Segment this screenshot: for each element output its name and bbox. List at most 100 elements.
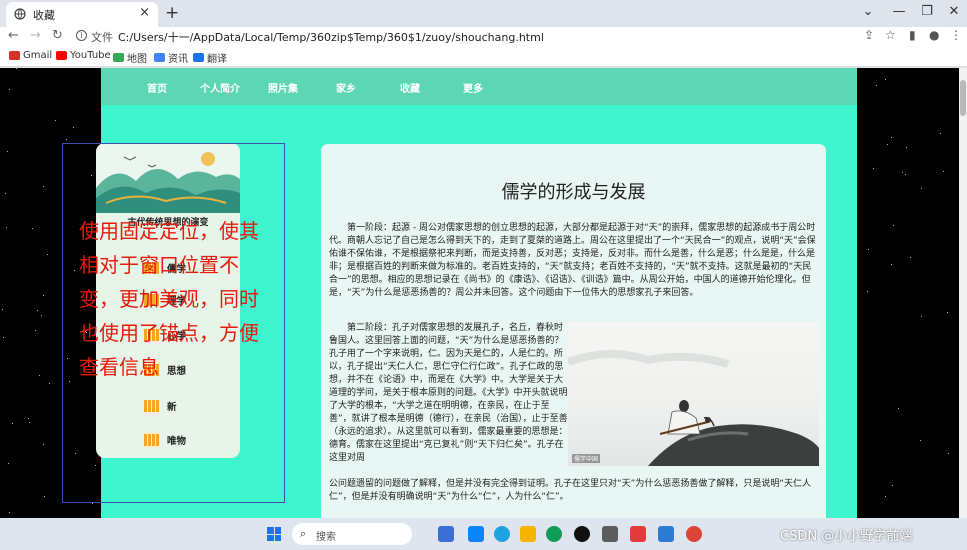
nav-item-photos[interactable]: 照片集 [268, 80, 298, 95]
star-decoration [27, 418, 29, 419]
image-caption: 儒学中国 [572, 454, 601, 463]
star-decoration [41, 314, 43, 316]
search-icon: ⌕ [300, 527, 307, 540]
forward-icon[interactable]: → [30, 28, 41, 43]
sidebar-item-mind-school[interactable]: 心学 [144, 328, 186, 342]
reload-icon[interactable]: ↻ [52, 28, 63, 43]
star-decoration [906, 146, 908, 148]
star-decoration [36, 309, 38, 311]
star-decoration [38, 375, 40, 377]
star-decoration [940, 133, 942, 135]
top-navigation: 首页 个人简介 照片集 家乡 收藏 更多 [101, 68, 857, 105]
star-decoration [75, 452, 77, 454]
books-icon [144, 294, 161, 306]
article-paragraph: 公问题遗留的问题做了解释，但是并没有完全得到证明。孔子在这里只对“天”为什么惩恶… [329, 479, 811, 502]
back-icon[interactable]: ← [8, 28, 19, 43]
bookmark-news[interactable]: 资讯 [154, 50, 188, 65]
edge-icon[interactable] [494, 526, 510, 542]
page-content: 首页 个人简介 照片集 家乡 收藏 更多 古代传统思想的演变 儒学 理学 心学 … [96, 68, 857, 518]
info-icon[interactable]: i [76, 30, 87, 41]
star-decoration [920, 439, 922, 441]
star-decoration [867, 291, 869, 293]
scrollbar-thumb[interactable] [960, 80, 966, 116]
star-decoration [868, 248, 870, 250]
sidebar-item-new[interactable]: 新 [144, 399, 177, 413]
close-tab-icon[interactable]: × [139, 5, 150, 20]
windows-start-icon[interactable] [267, 527, 281, 541]
bookmark-map[interactable]: 地图 [113, 50, 147, 65]
chrome-icon[interactable] [686, 526, 702, 542]
bookmark-star-icon[interactable]: ☆ [885, 28, 896, 42]
sidebar-panel-icon[interactable]: ▮ [909, 28, 916, 42]
scholar-on-cliff-illustration [568, 350, 819, 466]
watermark: CSDN @小小野学前端 [780, 529, 913, 544]
star-decoration [48, 382, 50, 384]
star-decoration [8, 89, 10, 91]
star-decoration [890, 264, 892, 266]
article-title: 儒学的形成与发展 [501, 182, 646, 203]
menu-icon[interactable]: ⋮ [950, 28, 962, 42]
page-viewport: 首页 个人简介 照片集 家乡 收藏 更多 古代传统思想的演变 儒学 理学 心学 … [0, 68, 959, 518]
page-scrollbar[interactable] [959, 68, 967, 518]
bookmark-gmail[interactable]: Gmail [9, 50, 52, 61]
nav-item-collection[interactable]: 收藏 [400, 80, 420, 95]
star-decoration [43, 443, 44, 445]
sidebar-item-confucianism[interactable]: 儒学 [144, 261, 186, 275]
profile-icon[interactable]: ● [929, 28, 939, 42]
bookmark-youtube[interactable]: YouTube [56, 50, 111, 61]
address-bar[interactable]: C:/Users/十一/AppData/Local/Temp/360zip$Te… [118, 29, 544, 45]
sidebar-item-neo-confucianism[interactable]: 理学 [144, 293, 186, 307]
vscode-icon[interactable] [468, 526, 484, 542]
minimize-button[interactable]: — [889, 4, 909, 19]
bookmark-translate[interactable]: 翻译 [193, 50, 227, 65]
nav-item-profile[interactable]: 个人简介 [200, 80, 240, 95]
wechat-icon[interactable] [546, 526, 562, 542]
close-window-button[interactable]: ✕ [944, 4, 964, 19]
new-tab-button[interactable]: + [165, 3, 179, 23]
star-decoration [885, 78, 887, 80]
star-decoration [892, 484, 894, 486]
star-decoration [54, 119, 56, 121]
maximize-button[interactable]: ❐ [917, 4, 937, 19]
sidebar-item-materialism[interactable]: 唯物 [144, 433, 186, 447]
star-decoration [898, 407, 900, 409]
article-paragraph: 第二阶段：孔子对儒家思想的发展孔子，名丘，春秋时鲁国人。这里回答上面的问题，“天… [329, 323, 568, 463]
address-prefix: 文件 [91, 31, 113, 44]
tab-search-icon[interactable]: ⌄ [858, 4, 878, 19]
media-icon[interactable] [574, 526, 590, 542]
nav-item-more[interactable]: 更多 [463, 80, 483, 95]
star-decoration [6, 151, 8, 153]
browser-toolbar: ← → ↻ i 文件 C:/Users/十一/AppData/Local/Tem… [0, 27, 967, 46]
taskbar-search[interactable]: ⌕ 搜索 [292, 523, 412, 545]
star-decoration [910, 256, 912, 258]
star-decoration [946, 312, 948, 314]
star-decoration [904, 173, 906, 175]
tab-strip: 收藏 × + ⌄ — ❐ ✕ [0, 0, 967, 27]
star-decoration [65, 138, 67, 140]
star-decoration [12, 423, 14, 425]
nav-item-hometown[interactable]: 家乡 [336, 80, 356, 95]
star-decoration [876, 84, 878, 86]
file-explorer-icon[interactable] [520, 526, 536, 542]
tab-title: 收藏 [33, 9, 55, 22]
powerpoint-icon[interactable] [630, 526, 646, 542]
star-decoration [88, 364, 90, 366]
star-decoration [5, 193, 7, 195]
star-decoration [92, 502, 94, 504]
app-icon[interactable] [602, 526, 618, 542]
share-icon[interactable]: ⇪ [864, 28, 874, 42]
star-decoration [16, 68, 18, 70]
star-decoration [885, 496, 887, 498]
nav-item-home[interactable]: 首页 [147, 80, 167, 95]
word-icon[interactable] [658, 526, 674, 542]
sidebar-item-thought[interactable]: 思想 [144, 363, 186, 377]
star-decoration [29, 422, 30, 424]
star-decoration [35, 330, 37, 332]
star-decoration [69, 380, 71, 382]
books-icon [144, 434, 161, 446]
browser-tab[interactable]: 收藏 × [6, 2, 158, 27]
books-icon [144, 329, 161, 341]
sidebar-title: 古代传统思想的演变 [127, 218, 209, 228]
taskview-icon[interactable] [438, 526, 454, 542]
news-icon [154, 53, 165, 62]
